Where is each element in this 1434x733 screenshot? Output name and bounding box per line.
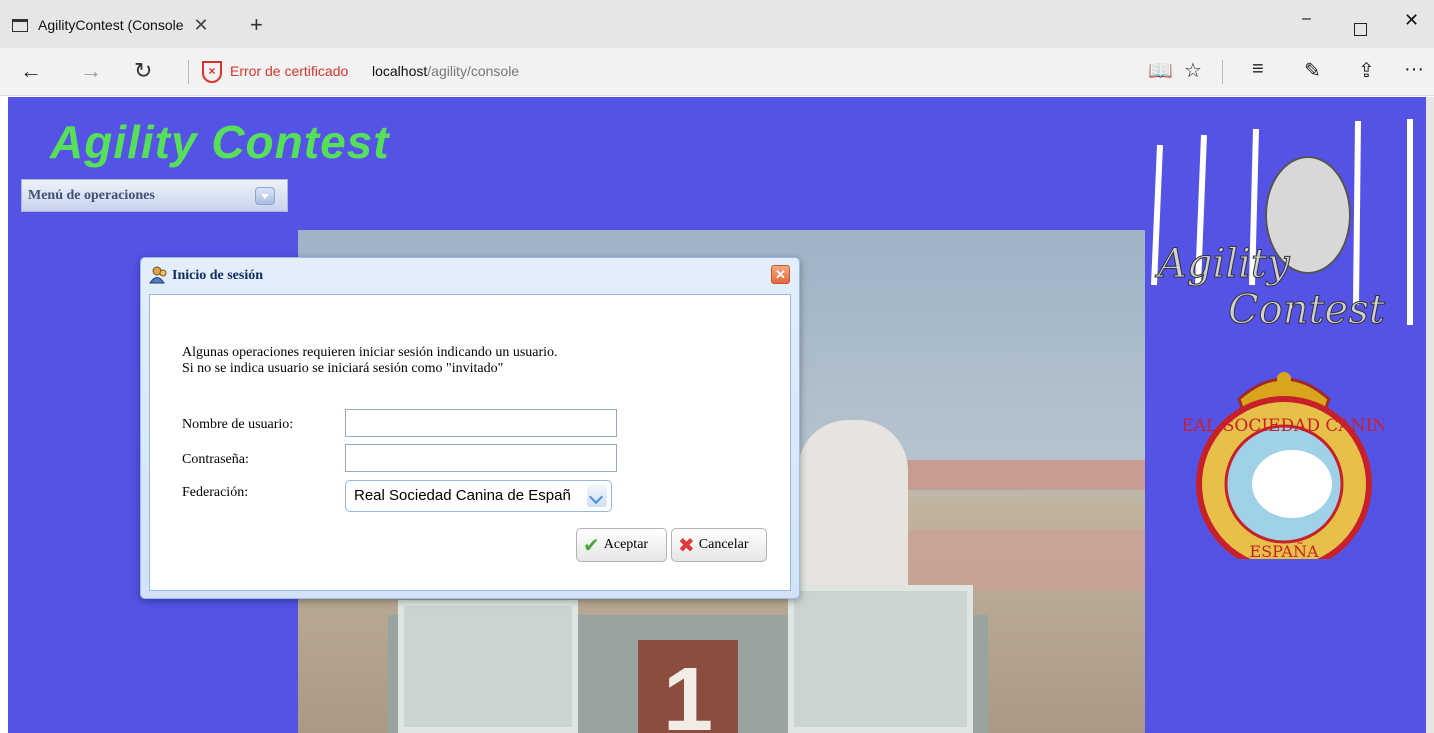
federation-selected-value: Real Sociedad Canina de Españ (354, 487, 571, 504)
page-icon (12, 18, 28, 32)
dialog-body: Algunas operaciones requieren iniciar se… (149, 294, 791, 591)
window-close-button[interactable]: ✕ (1404, 10, 1419, 31)
chevron-down-icon[interactable] (587, 485, 607, 507)
photo-trophy (788, 585, 973, 733)
reload-button[interactable]: ↻ (134, 58, 152, 84)
dialog-title: Inicio de sesión (172, 268, 264, 283)
url-path: /agility/console (427, 63, 520, 79)
accept-label: Aceptar (603, 537, 649, 552)
web-note-icon[interactable]: ✎ (1304, 58, 1321, 83)
app-title: Agility Contest (50, 116, 390, 168)
divider (188, 60, 189, 84)
close-icon[interactable]: ✕ (771, 265, 790, 284)
agility-contest-logo: Agility Contest (1151, 119, 1413, 333)
accept-button[interactable]: ✔ Aceptar (576, 528, 667, 562)
chevron-down-icon[interactable] (255, 187, 275, 205)
cross-icon: ✖ (678, 534, 695, 557)
operations-menu[interactable]: Menú de operaciones (21, 179, 288, 212)
username-label: Nombre de usuario: (182, 417, 294, 432)
page-content: Agility Contest Menú de operaciones 1 Ag… (8, 97, 1434, 733)
scrollbar[interactable] (1426, 97, 1434, 733)
new-tab-button[interactable]: + (250, 12, 263, 38)
username-input[interactable] (345, 409, 617, 437)
favorite-star-icon[interactable]: ☆ (1184, 58, 1202, 83)
forward-button[interactable]: → (80, 58, 102, 84)
password-input[interactable] (345, 444, 617, 472)
users-icon (149, 266, 167, 284)
logo-text-agility: Agility (1154, 241, 1291, 287)
federation-label: Federación: (182, 485, 249, 500)
hub-icon[interactable]: ≡ (1252, 58, 1264, 81)
address-bar[interactable]: localhost/agility/console (372, 63, 519, 79)
url-host: localhost (372, 63, 428, 79)
logo-text-contest: Contest (1228, 287, 1386, 333)
crest-text-top: REAL SOCIEDAD CANINA (1184, 416, 1384, 436)
operations-menu-label: Menú de operaciones (28, 187, 155, 203)
rsce-crest-logo: REAL SOCIEDAD CANINA ESPAÑA (1184, 372, 1384, 559)
browser-tab-bar: AgilityContest (Console ✕ + – ✕ (0, 0, 1434, 48)
back-button[interactable]: ← (20, 58, 42, 84)
crest-text-bottom: ESPAÑA (1249, 541, 1318, 559)
minimize-button[interactable]: – (1302, 10, 1311, 28)
podium-number: 1 (638, 640, 738, 733)
federation-select[interactable]: Real Sociedad Canina de Españ (345, 480, 612, 512)
cancel-button[interactable]: ✖ Cancelar (671, 528, 767, 562)
cancel-label: Cancelar (698, 537, 749, 552)
login-message: Algunas operaciones requieren iniciar se… (182, 345, 558, 377)
maximize-button[interactable] (1354, 23, 1367, 36)
checkmark-icon: ✔ (583, 534, 600, 557)
photo-trophy (398, 600, 578, 733)
login-dialog: Inicio de sesión ✕ Algunas operaciones r… (140, 257, 800, 599)
login-message-line-1: Algunas operaciones requieren iniciar se… (182, 345, 558, 360)
login-message-line-2: Si no se indica usuario se iniciará sesi… (182, 361, 504, 376)
share-icon[interactable]: ⇪ (1358, 58, 1375, 83)
browser-nav-bar: ← → ↻ × Error de certificado localhost/a… (0, 48, 1434, 96)
tab-close-icon[interactable]: ✕ (194, 15, 209, 36)
more-icon[interactable]: ··· (1404, 58, 1424, 81)
divider (1222, 60, 1223, 84)
dialog-header[interactable]: Inicio de sesión ✕ (141, 258, 799, 294)
cert-warning-text[interactable]: Error de certificado (230, 63, 348, 79)
browser-tab[interactable]: AgilityContest (Console ✕ (12, 10, 242, 40)
tab-title: AgilityContest (Console (38, 17, 184, 33)
cert-warning-icon[interactable]: × (202, 61, 222, 83)
reading-view-icon[interactable]: 📖 (1148, 58, 1173, 83)
password-label: Contraseña: (182, 452, 249, 467)
